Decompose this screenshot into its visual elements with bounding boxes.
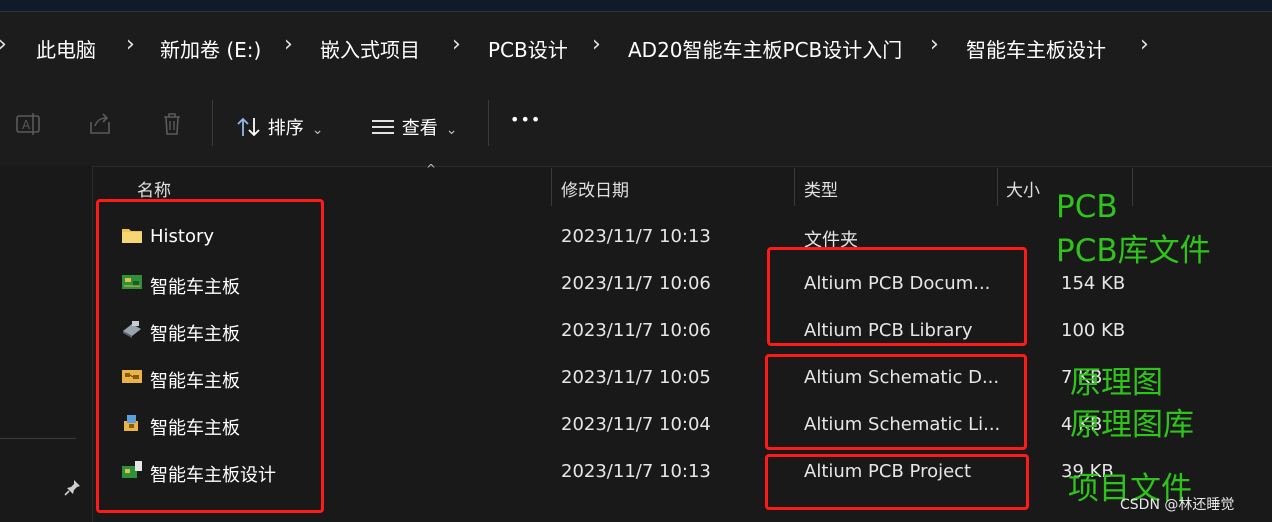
highlight-name-column [96,199,324,513]
file-date: 2023/11/7 10:06 [561,273,711,294]
annotation-schematic-library: 原理图库 [1070,407,1194,443]
breadcrumb-this-pc[interactable]: 此电脑 [36,34,96,63]
chevron-right-icon[interactable]: › [930,32,939,57]
delete-icon[interactable] [158,110,186,138]
toolbar-divider [212,100,213,146]
breadcrumb[interactable]: › 此电脑 › 新加卷 (E:) › 嵌入式项目 › PCB设计 › AD20智… [0,12,1272,82]
svg-text:A: A [22,118,31,132]
sort-label: 排序 [267,118,304,139]
chevron-down-icon: ⌄ [445,122,458,138]
chevron-right-icon: › [0,32,7,57]
share-icon[interactable] [86,110,114,138]
sort-ascending-icon: ^ [426,162,437,176]
chevron-right-icon[interactable]: › [1140,32,1149,57]
annotation-schematic: 原理图 [1070,365,1163,401]
file-date: 2023/11/7 10:06 [561,320,711,341]
annotation-pcb-library: PCB库文件 [1056,233,1211,269]
file-date: 2023/11/7 10:05 [561,367,711,388]
view-button[interactable]: 查看 ⌄ [370,112,457,140]
chevron-down-icon: ⌄ [311,122,324,138]
breadcrumb-pcb-design[interactable]: PCB设计 [488,34,568,63]
file-date: 2023/11/7 10:13 [561,461,711,482]
nav-divider [0,438,76,439]
navigation-pane[interactable] [0,166,93,522]
chevron-right-icon[interactable]: › [126,32,135,57]
rename-icon[interactable]: A [14,110,42,138]
column-header-size[interactable]: 大小 [1006,176,1040,201]
more-options-button[interactable]: ••• [510,110,541,138]
command-bar: A 排序 ⌄ 查看 ⌄ ••• [0,82,1272,167]
breadcrumb-embedded-projects[interactable]: 嵌入式项目 [320,34,420,63]
view-label: 查看 [401,118,438,139]
column-separator[interactable] [997,168,998,206]
column-header-modified[interactable]: 修改日期 [561,176,629,201]
file-size: 100 KB [1061,320,1126,341]
highlight-project-file [765,454,1029,510]
annotation-pcb: PCB [1056,189,1118,225]
toolbar-divider [488,100,489,146]
view-list-icon [372,120,394,134]
chevron-right-icon[interactable]: › [284,32,293,57]
chevron-right-icon[interactable]: › [452,32,461,57]
window-top-strip [0,0,1272,12]
column-header-type[interactable]: 类型 [804,176,838,201]
file-size: 154 KB [1061,273,1126,294]
chevron-right-icon[interactable]: › [592,32,601,57]
column-separator[interactable] [1132,168,1133,206]
sort-button[interactable]: 排序 ⌄ [236,112,323,140]
highlight-schematic-files [765,354,1027,450]
breadcrumb-drive-e[interactable]: 新加卷 (E:) [160,34,261,63]
pin-icon[interactable] [64,478,82,496]
column-separator[interactable] [794,168,795,206]
column-separator[interactable] [551,168,552,206]
breadcrumb-ad20-intro[interactable]: AD20智能车主板PCB设计入门 [628,34,902,63]
file-date: 2023/11/7 10:13 [561,226,711,247]
highlight-pcb-files [767,247,1027,346]
file-date: 2023/11/7 10:04 [561,414,711,435]
watermark: CSDN @林还睡觉 [1120,497,1235,513]
column-header-name[interactable]: 名称 [137,176,171,201]
breadcrumb-current-folder[interactable]: 智能车主板设计 [966,34,1106,63]
sort-icon [237,117,260,137]
